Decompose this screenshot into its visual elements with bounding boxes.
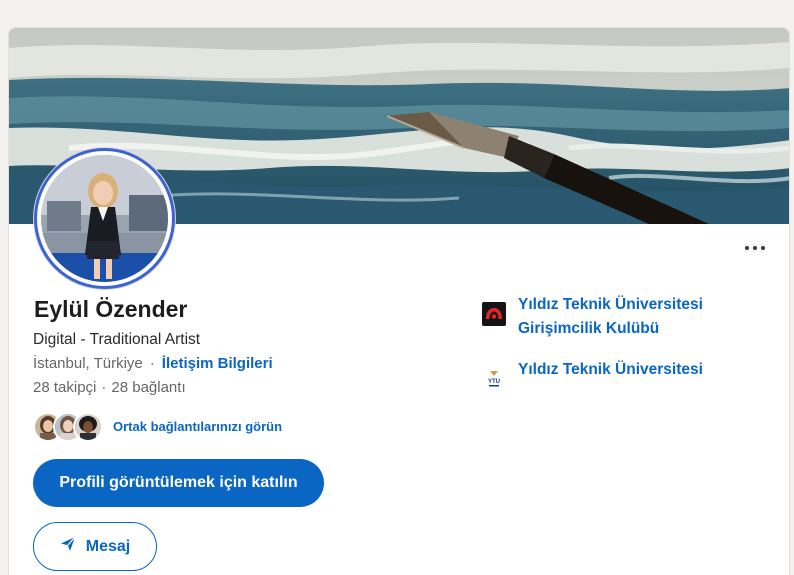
avatar[interactable] bbox=[34, 148, 175, 289]
mutual-avatar bbox=[73, 412, 103, 442]
network-stats: 28 takipçi · 28 bağlantı bbox=[33, 379, 186, 396]
followers-count: 28 takipçi bbox=[33, 379, 97, 396]
separator-dot: · bbox=[149, 355, 155, 372]
organization-item[interactable]: Yıldız Teknik Üniversitesi Girişimcilik … bbox=[482, 293, 703, 341]
separator-dot: · bbox=[101, 379, 107, 396]
ytu-logo: YTU bbox=[482, 367, 506, 391]
join-to-view-profile-button[interactable]: Profili görüntülemek için katılın bbox=[33, 459, 324, 507]
avatar-photo bbox=[41, 155, 168, 282]
organization-name[interactable]: Yıldız Teknik Üniversitesi bbox=[518, 358, 703, 382]
svg-text:YTU: YTU bbox=[488, 379, 500, 385]
mutual-avatars bbox=[33, 410, 105, 442]
location-text: İstanbul, Türkiye bbox=[33, 355, 143, 372]
connections-count: 28 bağlantı bbox=[111, 379, 186, 396]
message-button[interactable]: Mesaj bbox=[33, 522, 157, 571]
paper-plane-icon bbox=[60, 536, 76, 557]
profile-headline: Digital - Traditional Artist bbox=[33, 331, 201, 348]
profile-name: Eylül Özender bbox=[34, 296, 188, 322]
more-horizontal-icon bbox=[745, 246, 749, 250]
profile-card: Eylül Özender Digital - Traditional Arti… bbox=[8, 27, 790, 575]
organization-item[interactable]: YTU Yıldız Teknik Üniversitesi bbox=[482, 358, 703, 391]
entrepreneurship-club-logo bbox=[482, 302, 506, 326]
more-options-button[interactable] bbox=[739, 236, 771, 260]
mutual-connections[interactable]: Ortak bağlantılarınızı görün bbox=[33, 410, 282, 442]
contact-info-link[interactable]: İletişim Bilgileri bbox=[162, 355, 273, 372]
mutual-connections-link[interactable]: Ortak bağlantılarınızı görün bbox=[113, 419, 282, 434]
organization-name[interactable]: Yıldız Teknik Üniversitesi Girişimcilik … bbox=[518, 293, 703, 341]
location-row: İstanbul, Türkiye · İletişim Bilgileri bbox=[33, 355, 273, 372]
message-label: Mesaj bbox=[85, 537, 131, 555]
